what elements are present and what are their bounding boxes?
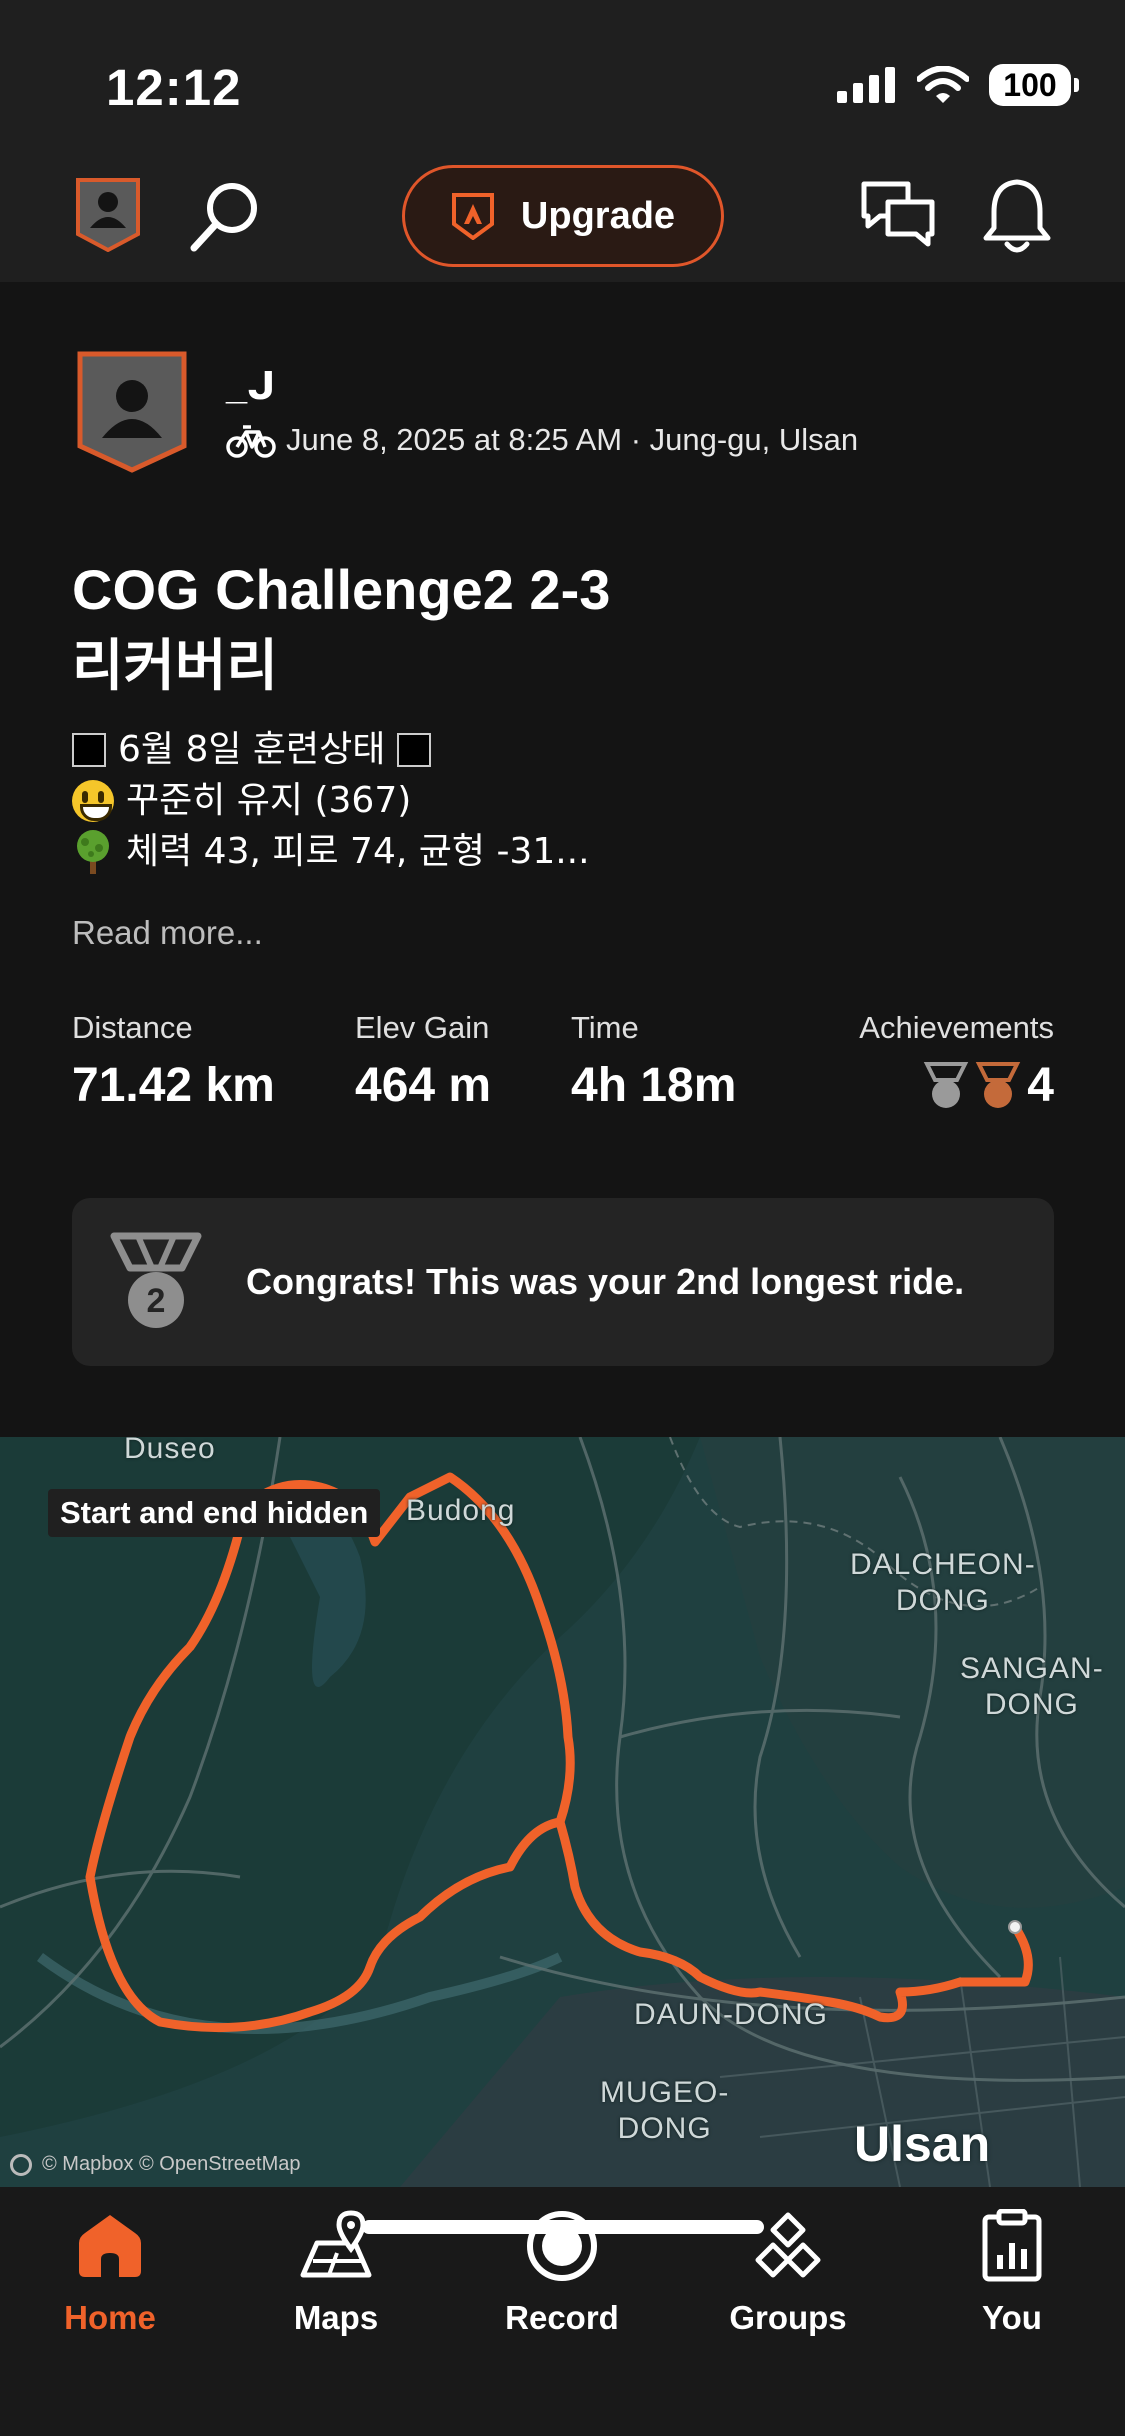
map-label-dalcheon-line1: DALCHEON- [850, 1548, 1036, 1581]
map-label-mugeo-line2: DONG [617, 2112, 712, 2145]
top-bar: 12:12 100 Upgrade [0, 0, 1125, 282]
map-attribution[interactable]: © Mapbox © OpenStreetMap [10, 2153, 301, 2176]
black-square-icon [72, 732, 106, 767]
activity-meta: June 8, 2025 at 8:25 AM · Jung-gu, Ulsan [226, 422, 858, 458]
read-more-link[interactable]: Read more... [72, 914, 263, 952]
stat-time-label: Time [571, 1010, 639, 1045]
activity-title-line2: 리커버리 [72, 634, 279, 697]
home-icon [79, 2215, 141, 2277]
status-time: 12:12 [106, 59, 242, 116]
mapbox-logo-icon [10, 2153, 32, 2176]
groups-icon [755, 2212, 821, 2278]
activity-stats: Distance 71.42 km Elev Gain 464 m Time 4… [72, 1010, 1054, 1113]
medal-2nd-icon: 2 [110, 1232, 202, 1328]
activity-date-location: June 8, 2025 at 8:25 AM · Jung-gu, Ulsan [286, 422, 859, 457]
battery-level: 100 [1003, 66, 1057, 103]
smiley-emoji-icon [72, 779, 114, 822]
stat-achievements[interactable]: Achievements 4 [859, 1010, 1054, 1113]
tab-groups-label: Groups [729, 2299, 847, 2336]
map-attribution-text: © Mapbox © OpenStreetMap [42, 2153, 301, 2175]
stat-elev-gain: Elev Gain 464 m [355, 1010, 491, 1113]
start-end-hidden-chip: Start and end hidden [48, 1489, 381, 1537]
upgrade-label: Upgrade [520, 194, 676, 237]
congrats-banner[interactable]: 2 Congrats! This was your 2nd longest ri… [72, 1198, 1054, 1366]
description-line1: 6월 8일 훈련상태 [118, 729, 386, 770]
profile-avatar-icon[interactable] [74, 176, 142, 252]
you-stats-icon [982, 2209, 1042, 2282]
description-line2: 꾸준히 유지 (367) [126, 780, 412, 821]
home-indicator[interactable] [362, 2220, 764, 2234]
map-label-sangan-line2: DONG [984, 1688, 1079, 1721]
bike-icon [226, 425, 276, 458]
map-label-mugeo-line1: MUGEO- [600, 2076, 730, 2109]
messages-icon[interactable] [858, 178, 938, 254]
status-icons: 100 [837, 64, 1079, 106]
activity-description: 6월 8일 훈련상태 꾸준히 유지 (367) 체력 43, 피로 74, 균형… [72, 724, 590, 877]
activity-title-line1: COG Challenge2 2-3 [72, 558, 611, 621]
map-label-duseo: Duseo [124, 1437, 216, 1465]
map-label-budong: Budong [406, 1494, 516, 1527]
description-line3: 체력 43, 피로 74, 균형 -31... [126, 831, 590, 872]
stat-elev-value: 464 m [355, 1059, 492, 1112]
strava-subscription-icon [451, 193, 494, 240]
map-label-sangan-line1: SANGAN- [960, 1652, 1104, 1685]
tab-record-label: Record [505, 2299, 619, 2336]
upgrade-button[interactable]: Upgrade [402, 165, 724, 267]
achievements-label: Achievements [859, 1010, 1054, 1045]
map-label-daun: DAUN-DONG [634, 1998, 828, 2031]
map-label-city: Ulsan [854, 2116, 991, 2172]
stat-time: Time 4h 18m [571, 1010, 736, 1113]
tab-you[interactable]: You [932, 2209, 1092, 2337]
tab-home[interactable]: Home [30, 2209, 190, 2337]
map-label-sangan: SANGAN- DONG [960, 1651, 1104, 1723]
stat-distance: Distance 71.42 km [72, 1010, 275, 1113]
stat-distance-label: Distance [72, 1010, 193, 1045]
congrats-text: Congrats! This was your 2nd longest ride… [246, 1261, 965, 1302]
athlete-avatar-icon[interactable] [76, 350, 188, 474]
route-map[interactable]: Start and end hidden Duseo Budong DALCHE… [0, 1437, 1125, 2187]
activity-title[interactable]: COG Challenge2 2-3 리커버리 [72, 552, 972, 704]
stat-time-value: 4h 18m [571, 1059, 737, 1112]
tab-you-label: You [982, 2299, 1042, 2336]
map-label-dalcheon-line2: DONG [895, 1584, 990, 1617]
stat-distance-value: 71.42 km [72, 1059, 275, 1112]
activity-card[interactable]: _ᒍ June 8, 2025 at 8:25 AM · Jung-gu, Ul… [0, 282, 1125, 1437]
tab-home-label: Home [64, 2299, 156, 2336]
tree-emoji-icon [77, 829, 109, 874]
bronze-medal-icon [976, 1061, 1021, 1108]
silver-medal-icon [924, 1061, 969, 1108]
battery-indicator: 100 [989, 64, 1079, 106]
map-label-dalcheon: DALCHEON- DONG [850, 1547, 1036, 1619]
stat-elev-label: Elev Gain [355, 1010, 490, 1045]
medal-number: 2 [147, 1282, 166, 1320]
search-icon[interactable] [186, 176, 266, 256]
maps-icon [300, 2210, 372, 2278]
athlete-name[interactable]: _ᒍ [226, 364, 275, 409]
notifications-bell-icon[interactable] [980, 176, 1054, 256]
cellular-signal-icon [837, 67, 895, 103]
route-endpoint [1008, 1920, 1022, 1934]
wifi-icon [917, 66, 969, 103]
map-label-mugeo: MUGEO- DONG [600, 2075, 729, 2147]
tab-maps-label: Maps [293, 2299, 379, 2336]
achievements-count: 4 [1027, 1059, 1054, 1112]
black-square-icon [397, 732, 432, 767]
